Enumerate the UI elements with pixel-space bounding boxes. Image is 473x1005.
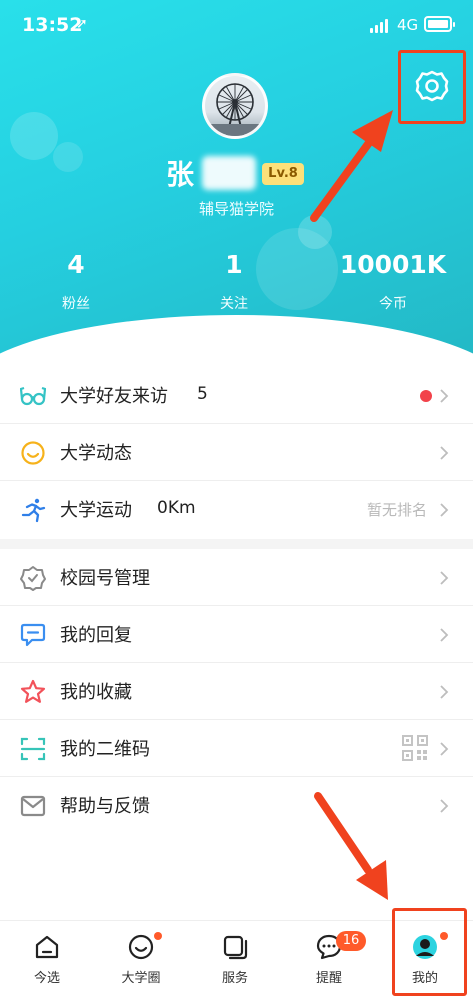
scan-icon	[20, 737, 46, 761]
menu-group-university: 大学好友来访 5 大学动态 大学运动 0Km 暂无排名	[0, 367, 473, 538]
tab-label: 大学圈	[121, 971, 161, 986]
menu-item-label: 我的二维码	[60, 739, 150, 760]
user-school: 辅导猫学院	[198, 200, 274, 218]
settings-button[interactable]	[412, 67, 452, 107]
tab-university-circle[interactable]: 大学圈	[94, 921, 188, 1005]
smile-circle-icon	[128, 934, 154, 960]
tab-services[interactable]: 服务	[188, 921, 282, 1005]
qr-code-icon	[402, 735, 428, 761]
stat-following[interactable]: 1 关注	[164, 250, 304, 313]
menu-item-my-replies[interactable]: 我的回复	[0, 606, 473, 663]
menu-item-label: 大学动态	[60, 443, 132, 464]
home-icon	[35, 935, 59, 959]
menu-item-campus-account[interactable]: 校园号管理	[0, 549, 473, 606]
location-icon: ➚	[76, 16, 88, 32]
badge-icon	[20, 566, 46, 591]
stat-coins[interactable]: 10001K 今币	[323, 250, 463, 313]
status-time: 13:52	[22, 14, 83, 36]
menu-group-account: 校园号管理 我的回复 我的收藏 我的二维码 帮助与反馈	[0, 549, 473, 834]
stat-label: 粉丝	[62, 296, 90, 312]
ferris-wheel-image	[205, 83, 265, 136]
menu-item-label: 我的收藏	[60, 682, 132, 703]
menu-item-my-favorites[interactable]: 我的收藏	[0, 663, 473, 720]
chevron-right-icon	[440, 685, 449, 699]
cards-icon	[223, 935, 248, 960]
header-curve	[0, 315, 473, 355]
star-icon	[20, 679, 46, 703]
stat-value: 1	[225, 250, 243, 279]
notification-dot	[154, 932, 162, 940]
notification-dot	[420, 390, 432, 402]
stat-value: 4	[67, 250, 85, 279]
menu-item-count: 5	[197, 384, 208, 404]
name-redaction	[202, 156, 256, 190]
glasses-icon	[20, 386, 46, 406]
battery-icon	[424, 16, 455, 32]
decor-bubble	[10, 112, 58, 160]
tab-label: 今选	[33, 971, 60, 986]
chevron-right-icon	[440, 742, 449, 756]
chevron-right-icon	[440, 446, 449, 460]
tab-label: 提醒	[315, 971, 342, 986]
tab-label: 服务	[221, 971, 248, 986]
ranking-status: 暂无排名	[366, 501, 427, 519]
menu-item-university-sports[interactable]: 大学运动 0Km 暂无排名	[0, 481, 473, 538]
chat-bubble-icon	[20, 623, 46, 647]
status-bar: 13:52 ➚ 4G	[0, 0, 473, 50]
stat-label: 今币	[379, 296, 407, 312]
chevron-right-icon	[440, 799, 449, 813]
menu-item-label: 大学运动	[60, 500, 132, 521]
decor-bubble	[298, 215, 332, 249]
network-type: 4G	[397, 16, 419, 34]
tab-today[interactable]: 今选	[0, 921, 94, 1005]
avatar[interactable]	[202, 73, 268, 139]
menu-item-label: 我的回复	[60, 625, 132, 646]
menu-item-university-feed[interactable]: 大学动态	[0, 424, 473, 481]
section-divider	[0, 539, 473, 549]
chevron-right-icon	[440, 389, 449, 403]
chevron-right-icon	[440, 503, 449, 517]
unread-badge: 16	[336, 931, 366, 951]
decor-bubble	[53, 142, 83, 172]
menu-item-my-qrcode[interactable]: 我的二维码	[0, 720, 473, 777]
user-name: 张	[166, 158, 197, 191]
stat-followers[interactable]: 4 粉丝	[6, 250, 146, 313]
menu-item-label: 校园号管理	[60, 568, 150, 589]
menu-item-label: 大学好友来访	[60, 386, 168, 407]
mine-tab-highlight-box	[392, 908, 467, 996]
smile-icon	[21, 441, 45, 465]
menu-item-distance: 0Km	[157, 498, 196, 518]
runner-icon	[21, 498, 46, 523]
menu-item-friend-visits[interactable]: 大学好友来访 5	[0, 367, 473, 424]
chevron-right-icon	[440, 628, 449, 642]
signal-icon	[370, 19, 390, 33]
menu-item-label: 帮助与反馈	[60, 796, 150, 817]
mail-icon	[20, 795, 46, 817]
stat-label: 关注	[220, 296, 248, 312]
menu-item-help-feedback[interactable]: 帮助与反馈	[0, 777, 473, 834]
tab-reminders[interactable]: 16 提醒	[282, 921, 376, 1005]
chevron-right-icon	[440, 571, 449, 585]
stat-value: 10001K	[339, 250, 447, 279]
level-badge: Lv.8	[262, 163, 304, 185]
gear-icon	[415, 70, 449, 102]
